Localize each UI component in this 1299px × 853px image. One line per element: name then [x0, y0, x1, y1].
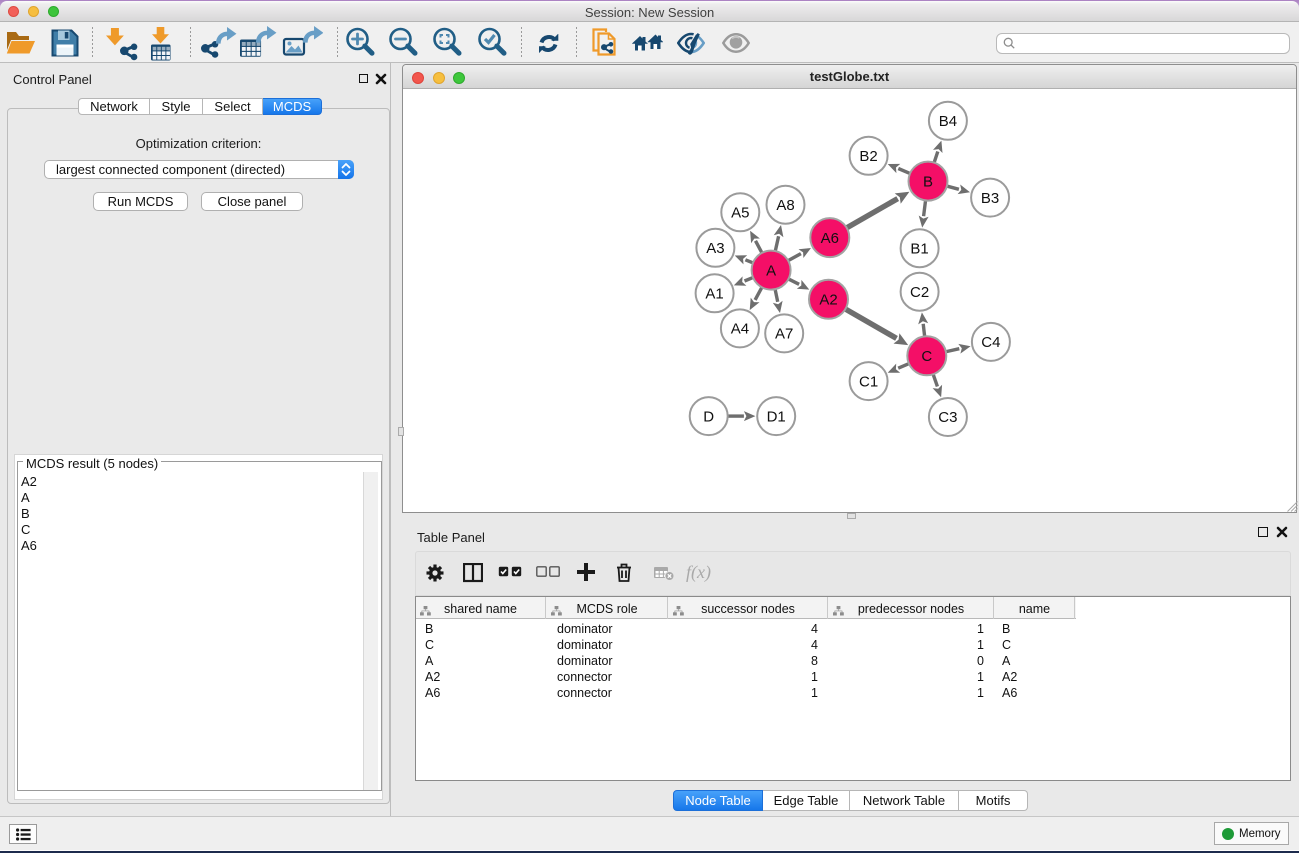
svg-text:A2: A2	[819, 292, 837, 309]
svg-text:D1: D1	[767, 408, 786, 425]
svg-text:B2: B2	[859, 148, 877, 165]
svg-text:C3: C3	[938, 409, 957, 426]
svg-text:A8: A8	[776, 197, 794, 214]
svg-text:C: C	[921, 348, 932, 365]
svg-text:A7: A7	[775, 326, 793, 343]
svg-text:B3: B3	[981, 190, 999, 207]
svg-text:B4: B4	[939, 113, 957, 130]
svg-text:D: D	[703, 408, 714, 425]
svg-text:A4: A4	[731, 321, 749, 338]
svg-text:C2: C2	[910, 284, 929, 301]
svg-text:B: B	[923, 173, 933, 190]
svg-text:A1: A1	[705, 286, 723, 303]
svg-text:A6: A6	[821, 230, 839, 247]
svg-text:B1: B1	[910, 240, 928, 257]
svg-text:C1: C1	[859, 373, 878, 390]
svg-text:A5: A5	[731, 205, 749, 222]
svg-text:A3: A3	[706, 240, 724, 257]
svg-text:C4: C4	[981, 334, 1000, 351]
svg-text:A: A	[766, 262, 776, 279]
